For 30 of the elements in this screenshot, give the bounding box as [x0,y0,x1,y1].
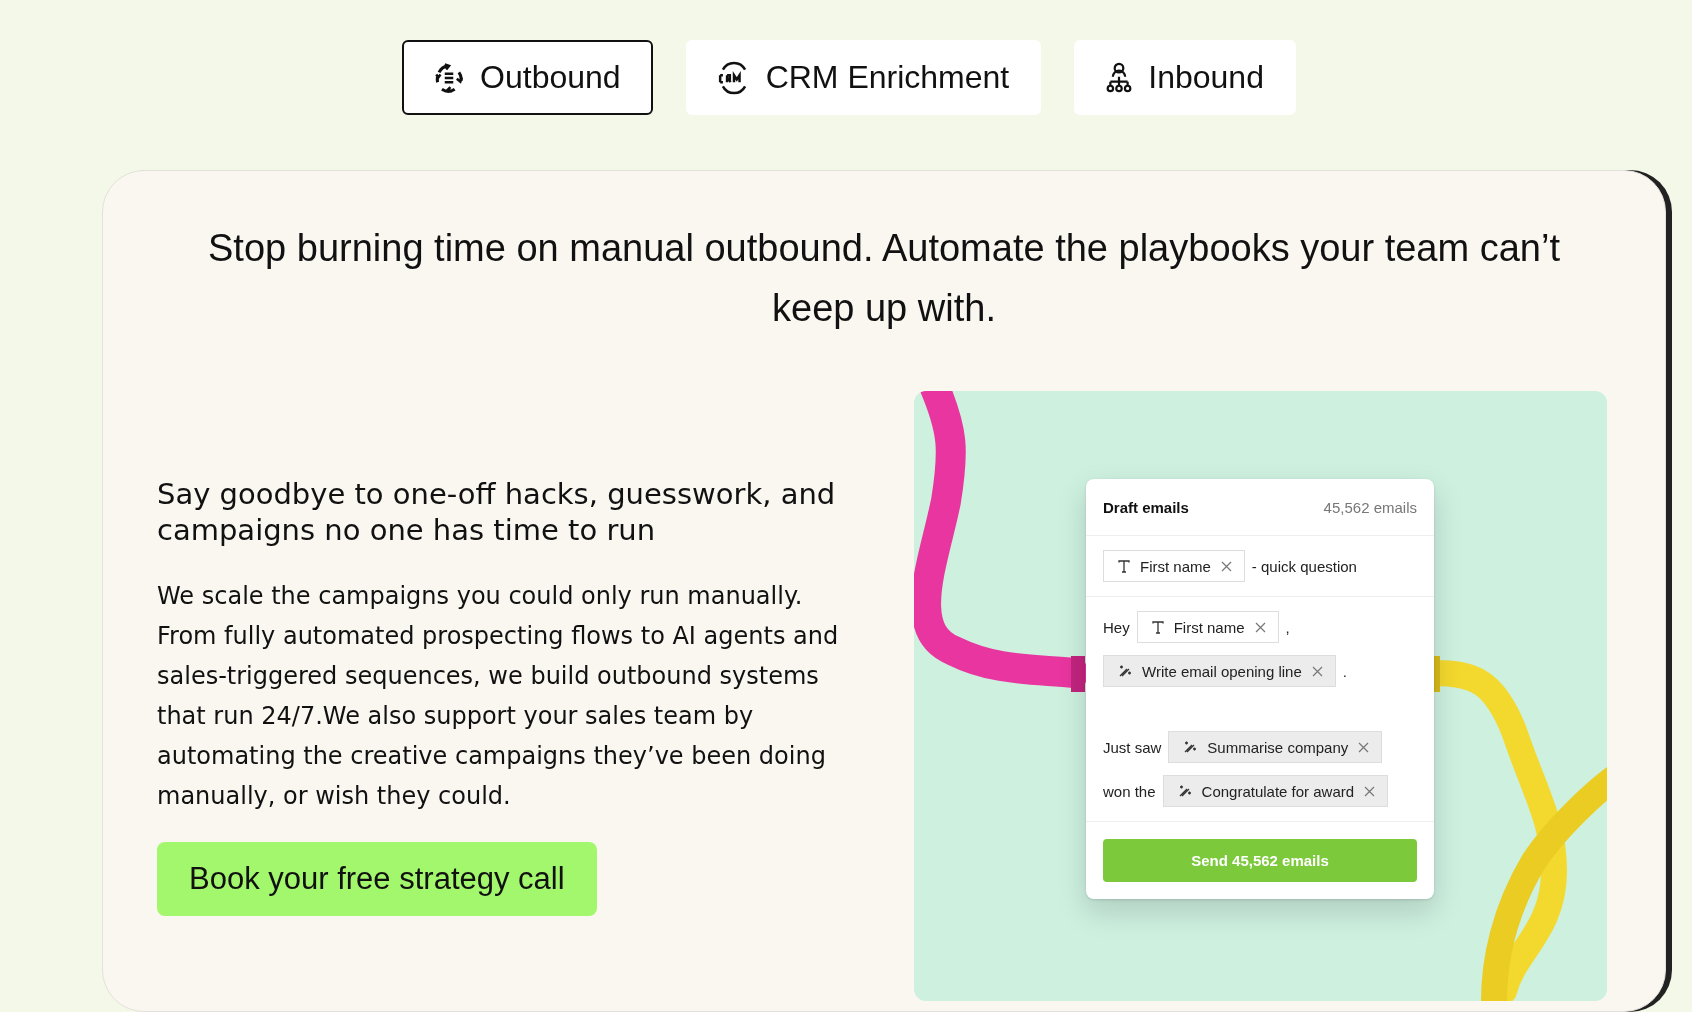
card-title: Draft emails [1103,499,1189,516]
headline: Stop burning time on manual outbound. Automate the playbooks your team can’t keep up with. [207,226,1561,331]
variable-tag[interactable]: First name [1103,550,1245,582]
text-type-icon [1118,559,1130,573]
ai-variable-tag[interactable]: Summarise company [1168,731,1383,763]
email-count: 45,562 emails [1323,499,1417,516]
magic-wand-icon [1118,664,1132,678]
variable-tag[interactable]: First name [1136,611,1279,643]
close-icon[interactable] [1254,621,1266,633]
email-text: . [1342,662,1347,680]
tab[interactable]: Outbound [402,40,653,115]
magic-wand-icon [1183,740,1198,754]
email-text: won the [1103,782,1156,800]
close-icon[interactable] [1311,665,1323,677]
subheading: Say goodbye to one-off hacks, guesswork, and campaigns no one has time to run [157,476,837,548]
close-icon[interactable] [1358,741,1370,753]
close-icon[interactable] [1220,560,1232,572]
strategy-call-button[interactable]: Book your free strategy call [157,842,597,916]
text-type-icon [1151,620,1164,634]
email-text: - quick question [1251,557,1357,575]
email-text: Hey [1103,618,1130,636]
tab[interactable]: CRM Enrichment [685,40,1042,115]
close-icon[interactable] [1364,785,1376,797]
email-text: Just saw [1103,738,1162,756]
magic-wand-icon [1177,784,1192,798]
description: We scale the campaigns you could only run manually. From fully automated prospecting flows to AI agents and sales-triggered sequences, we build outbound systems that run 24/7.We also support your sales team by automating the creative campaigns they’ve been doing manually, or wish they could. [157,581,840,812]
ai-variable-tag[interactable]: Congratulate for award [1162,775,1389,807]
tab[interactable]: Inbound [1074,40,1296,115]
email-text: , [1285,618,1290,636]
ai-variable-tag[interactable]: Write email opening line [1103,655,1336,687]
